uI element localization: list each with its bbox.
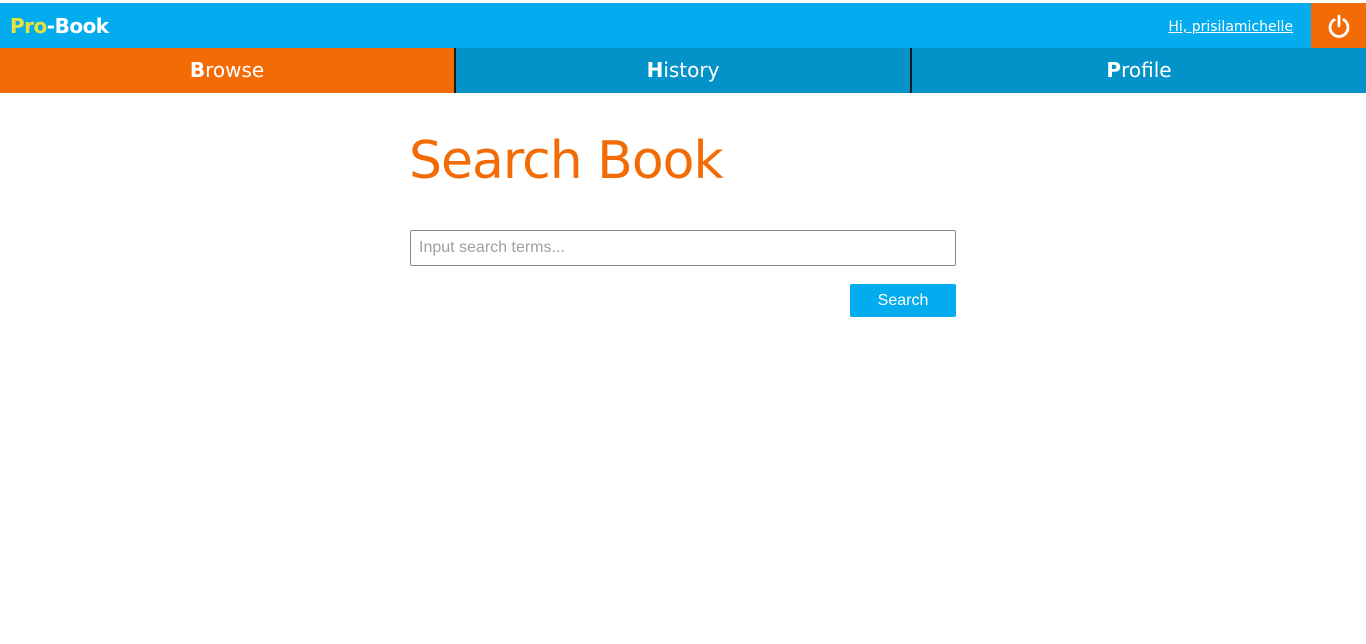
tab-browse[interactable]: Browse — [0, 48, 454, 93]
tab-profile[interactable]: Profile — [910, 48, 1366, 93]
logo-book: Book — [54, 14, 110, 38]
logo: Pro-Book — [10, 13, 109, 39]
main-nav: Browse History Profile — [0, 48, 1366, 93]
logo-pro: Pro — [10, 14, 47, 38]
page: Pro-Book Hi, prisilamichelle Browse Hist… — [0, 0, 1366, 644]
tab-browse-initial: B — [189, 58, 206, 82]
greeting-link[interactable]: Hi, prisilamichelle — [1168, 18, 1293, 36]
logo-dash: - — [46, 14, 55, 38]
power-icon — [1328, 14, 1349, 38]
search-button[interactable]: Search — [850, 284, 956, 317]
tab-history[interactable]: History — [454, 48, 910, 93]
tab-profile-label: rofile — [1121, 58, 1172, 82]
page-title: Search Book — [409, 131, 724, 191]
top-bar: Pro-Book Hi, prisilamichelle — [0, 3, 1366, 48]
search-input[interactable] — [410, 230, 956, 266]
logout-button[interactable] — [1311, 3, 1366, 48]
tab-browse-label: rowse — [205, 58, 265, 82]
tab-history-label: istory — [663, 58, 720, 82]
tab-profile-initial: P — [1106, 58, 1122, 82]
tab-history-initial: H — [646, 58, 664, 82]
